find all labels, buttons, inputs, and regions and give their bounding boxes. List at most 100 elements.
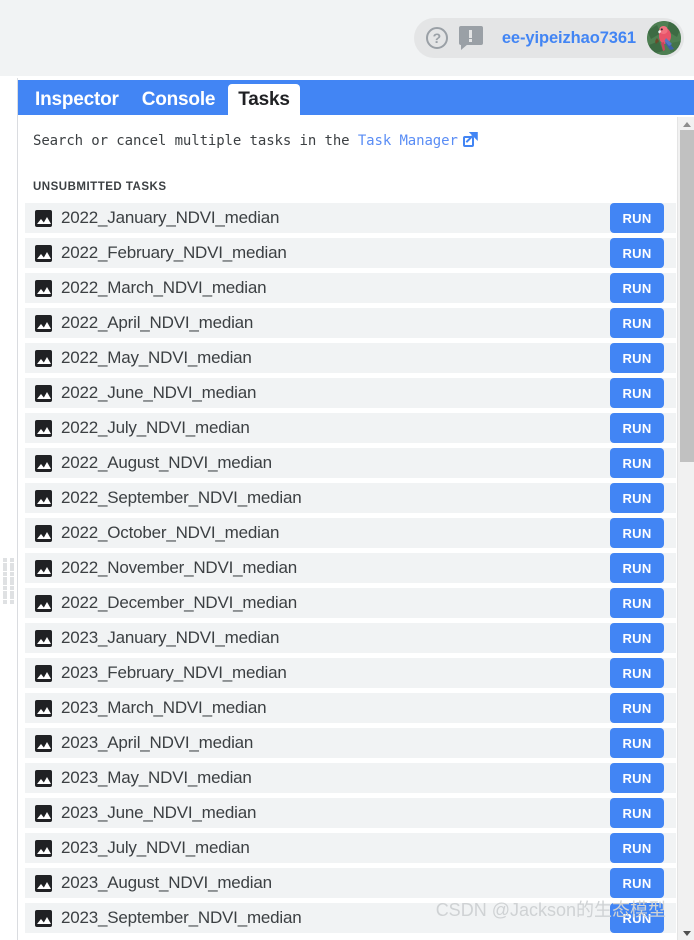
image-icon xyxy=(35,489,52,507)
scrollbar-thumb[interactable] xyxy=(680,130,694,462)
task-row[interactable]: 2023_February_NDVI_median RUN xyxy=(25,658,676,688)
image-icon xyxy=(35,839,52,857)
task-row[interactable]: 2022_January_NDVI_median RUN xyxy=(25,203,676,233)
task-name: 2022_February_NDVI_median xyxy=(61,243,287,262)
task-name: 2023_August_NDVI_median xyxy=(61,873,272,892)
task-row[interactable]: 2023_August_NDVI_median RUN xyxy=(25,868,676,898)
scroll-down-arrow-icon[interactable] xyxy=(678,927,694,939)
tasks-panel: Search or cancel multiple tasks in the T… xyxy=(19,115,694,940)
task-row[interactable]: 2023_June_NDVI_median RUN xyxy=(25,798,676,828)
task-row[interactable]: 2022_March_NDVI_median RUN xyxy=(25,273,676,303)
task-row[interactable]: 2023_January_NDVI_median RUN xyxy=(25,623,676,653)
image-icon xyxy=(35,769,52,787)
image-icon xyxy=(35,699,52,717)
image-icon xyxy=(35,559,52,577)
task-row[interactable]: 2023_July_NDVI_median RUN xyxy=(25,833,676,863)
run-button[interactable]: RUN xyxy=(610,273,664,303)
feedback-button[interactable] xyxy=(454,21,488,55)
task-row[interactable]: 2022_December_NDVI_median RUN xyxy=(25,588,676,618)
parrot-avatar-icon xyxy=(647,21,681,55)
task-name: 2022_January_NDVI_median xyxy=(61,208,280,227)
image-icon xyxy=(35,909,52,927)
task-row[interactable]: 2022_July_NDVI_median RUN xyxy=(25,413,676,443)
task-list: 2022_January_NDVI_median RUN 2022_February… xyxy=(25,203,676,940)
section-label-unsubmitted: UNSUBMITTED TASKS xyxy=(33,181,167,193)
task-name: 2023_September_NDVI_median xyxy=(61,908,302,927)
left-gutter xyxy=(0,78,18,940)
run-button[interactable]: RUN xyxy=(610,343,664,373)
run-button[interactable]: RUN xyxy=(610,868,664,898)
task-row[interactable]: 2023_May_NDVI_median RUN xyxy=(25,763,676,793)
tab-strip: Inspector Console Tasks xyxy=(18,80,694,115)
top-bar: ? ee-yipeizhao7361 xyxy=(0,0,694,76)
task-row[interactable]: 2023_September_NDVI_median RUN xyxy=(25,903,676,933)
run-button[interactable]: RUN xyxy=(610,903,664,933)
task-row[interactable]: 2022_August_NDVI_median RUN xyxy=(25,448,676,478)
image-icon xyxy=(35,874,52,892)
image-icon xyxy=(35,349,52,367)
run-button[interactable]: RUN xyxy=(610,518,664,548)
task-row[interactable]: 2022_September_NDVI_median RUN xyxy=(25,483,676,513)
task-name: 2023_January_NDVI_median xyxy=(61,628,280,647)
task-name: 2022_April_NDVI_median xyxy=(61,313,254,332)
task-row[interactable]: 2022_February_NDVI_median RUN xyxy=(25,238,676,268)
image-icon xyxy=(35,244,52,262)
run-button[interactable]: RUN xyxy=(610,238,664,268)
run-button[interactable]: RUN xyxy=(610,728,664,758)
image-icon xyxy=(35,524,52,542)
panel-description: Search or cancel multiple tasks in the T… xyxy=(33,132,478,149)
task-name: 2023_February_NDVI_median xyxy=(61,663,287,682)
tab-console[interactable]: Console xyxy=(132,84,226,115)
run-button[interactable]: RUN xyxy=(610,763,664,793)
avatar[interactable] xyxy=(647,21,681,55)
task-name: 2022_October_NDVI_median xyxy=(61,523,280,542)
run-button[interactable]: RUN xyxy=(610,378,664,408)
task-manager-link[interactable]: Task Manager xyxy=(358,133,458,149)
run-button[interactable]: RUN xyxy=(610,833,664,863)
run-button[interactable]: RUN xyxy=(610,483,664,513)
run-button[interactable]: RUN xyxy=(610,623,664,653)
panel-resize-handle[interactable] xyxy=(3,558,14,604)
task-row[interactable]: 2023_March_NDVI_median RUN xyxy=(25,693,676,723)
image-icon xyxy=(35,664,52,682)
tab-tasks[interactable]: Tasks xyxy=(228,84,300,115)
run-button[interactable]: RUN xyxy=(610,553,664,583)
task-name: 2023_April_NDVI_median xyxy=(61,733,254,752)
image-icon xyxy=(35,209,52,227)
help-button[interactable]: ? xyxy=(420,21,454,55)
scroll-up-arrow-icon[interactable] xyxy=(678,118,694,130)
account-name[interactable]: ee-yipeizhao7361 xyxy=(488,29,647,48)
image-icon xyxy=(35,454,52,472)
task-row[interactable]: 2022_June_NDVI_median RUN xyxy=(25,378,676,408)
panel-description-text: Search or cancel multiple tasks in the xyxy=(33,133,358,149)
task-name: 2023_June_NDVI_median xyxy=(61,803,257,822)
run-button[interactable]: RUN xyxy=(610,308,664,338)
tab-tasks-label: Tasks xyxy=(238,88,290,110)
image-icon xyxy=(35,279,52,297)
image-icon xyxy=(35,419,52,437)
task-name: 2022_December_NDVI_median xyxy=(61,593,297,612)
task-name: 2022_September_NDVI_median xyxy=(61,488,302,507)
tab-inspector[interactable]: Inspector xyxy=(25,84,129,115)
run-button[interactable]: RUN xyxy=(610,693,664,723)
external-link-icon[interactable] xyxy=(462,132,478,147)
task-row[interactable]: 2023_April_NDVI_median RUN xyxy=(25,728,676,758)
run-button[interactable]: RUN xyxy=(610,588,664,618)
run-button[interactable]: RUN xyxy=(610,658,664,688)
panel-scrollbar[interactable] xyxy=(677,117,694,940)
task-row[interactable]: 2022_April_NDVI_median RUN xyxy=(25,308,676,338)
image-icon xyxy=(35,314,52,332)
run-button[interactable]: RUN xyxy=(610,798,664,828)
task-name: 2022_March_NDVI_median xyxy=(61,278,267,297)
run-button[interactable]: RUN xyxy=(610,203,664,233)
run-button[interactable]: RUN xyxy=(610,448,664,478)
account-pill: ? ee-yipeizhao7361 xyxy=(413,18,684,58)
task-row[interactable]: 2022_November_NDVI_median RUN xyxy=(25,553,676,583)
image-icon xyxy=(35,734,52,752)
task-name: 2022_June_NDVI_median xyxy=(61,383,257,402)
image-icon xyxy=(35,629,52,647)
tab-inspector-label: Inspector xyxy=(35,88,119,110)
task-row[interactable]: 2022_October_NDVI_median RUN xyxy=(25,518,676,548)
run-button[interactable]: RUN xyxy=(610,413,664,443)
task-row[interactable]: 2022_May_NDVI_median RUN xyxy=(25,343,676,373)
